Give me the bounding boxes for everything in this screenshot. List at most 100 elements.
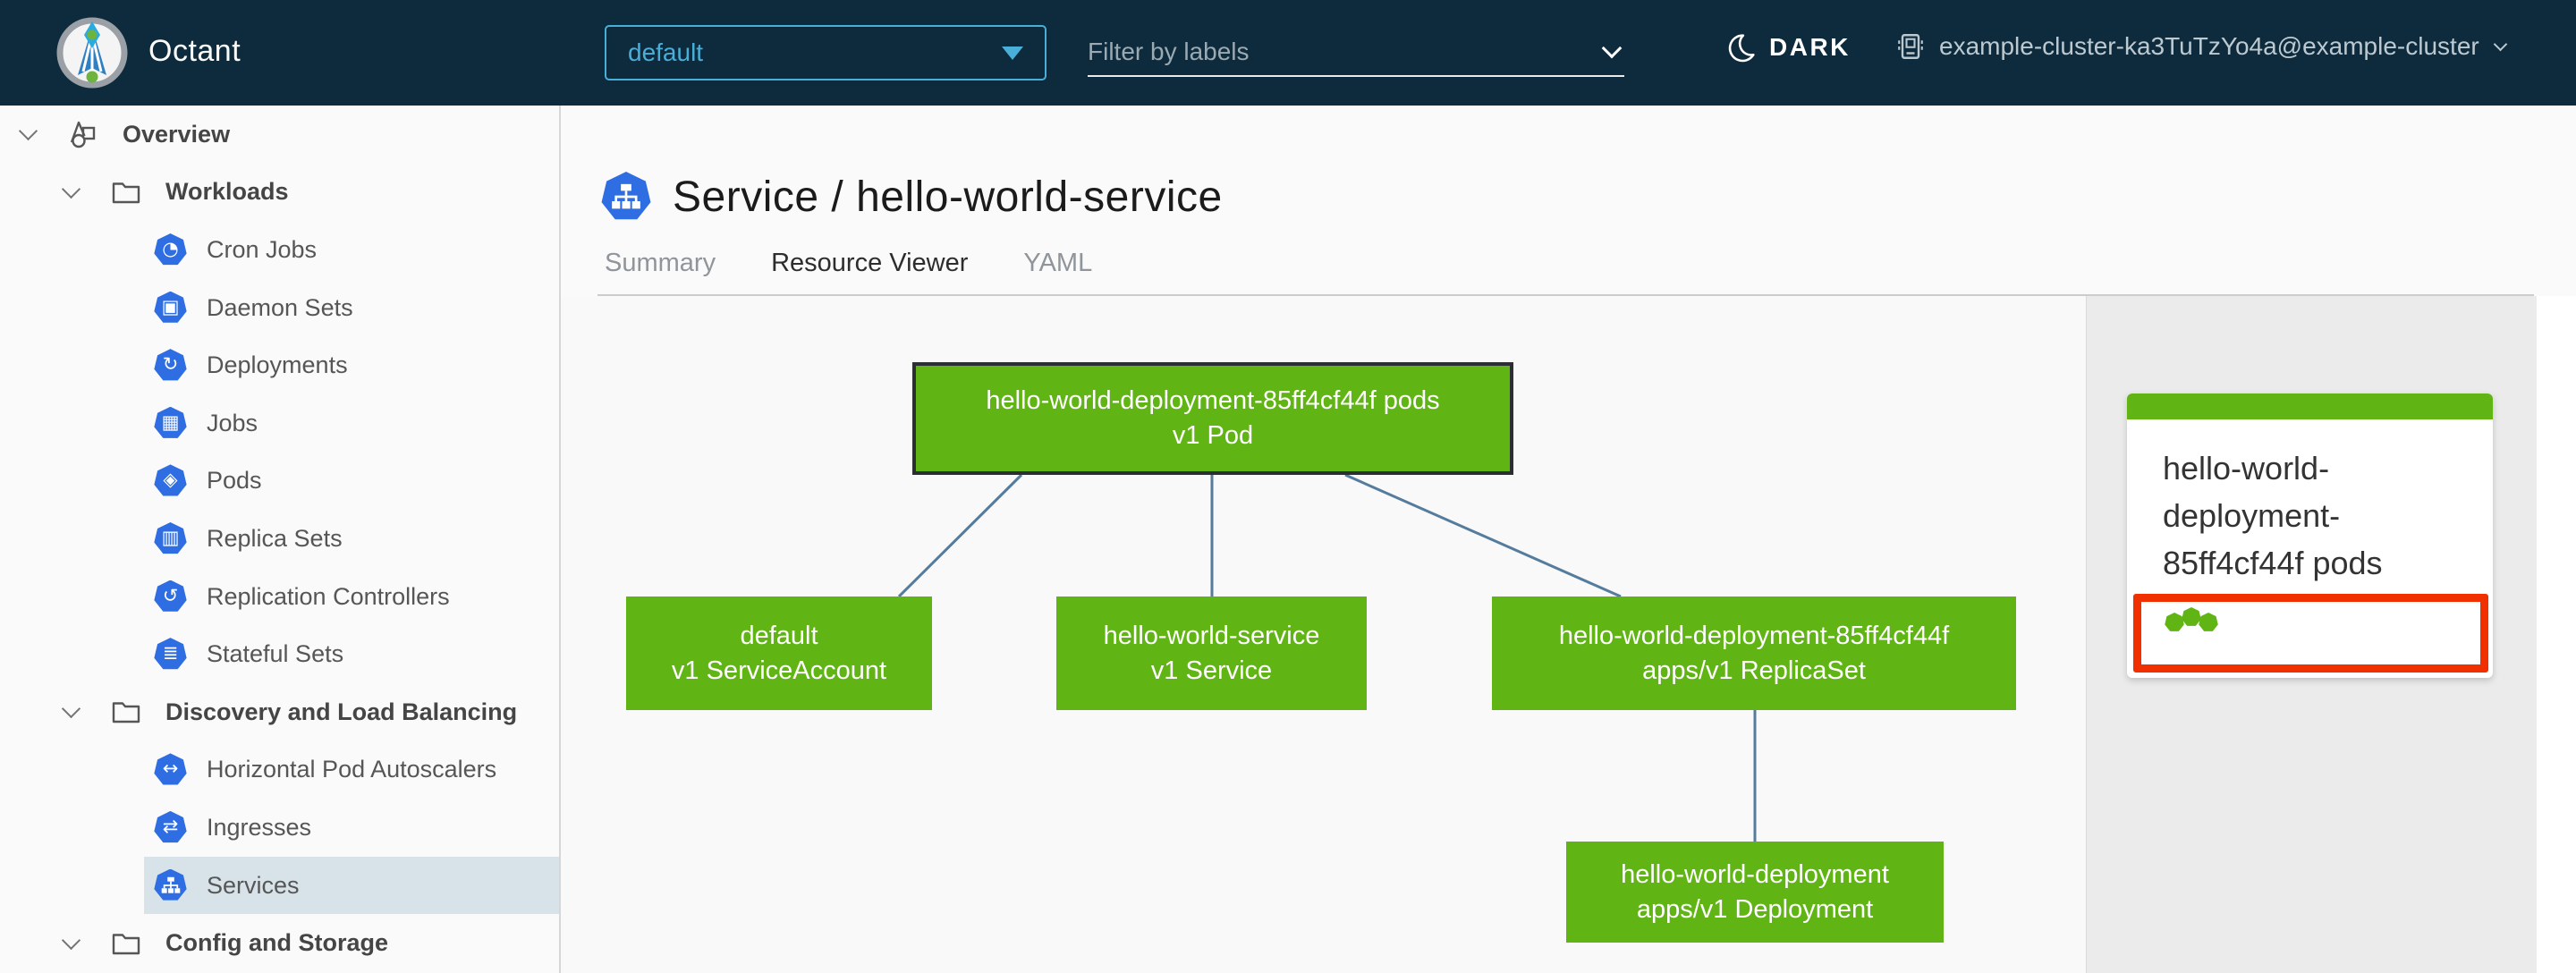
sidebar-item-label: Workloads (165, 178, 289, 206)
sidebar-item-label: Stateful Sets (207, 640, 344, 668)
cluster-selector[interactable]: example-cluster-ka3TuTzYo4a@example-clus… (1894, 30, 2507, 63)
moon-icon (1728, 34, 1755, 63)
card-status-bar (2127, 393, 2493, 419)
pod-status-dot (2182, 607, 2201, 626)
dark-theme-toggle[interactable]: DARK (1726, 32, 1851, 63)
chevron-down-icon (2493, 37, 2507, 51)
daemonsets-glyph: ▣ (161, 295, 180, 317)
chevron-down-icon[interactable] (61, 179, 81, 199)
sidebar-item-horizontal-pod-autoscalers[interactable]: ↔ Horizontal Pod Autoscalers (0, 741, 559, 800)
services-icon (154, 868, 187, 901)
label-filter[interactable] (1088, 29, 1624, 77)
sidebar-item-overview[interactable]: Overview (0, 106, 559, 164)
graph-node-pod[interactable]: hello-world-deployment-85ff4cf44f pods v… (912, 362, 1513, 475)
sidebar-item-config-and-storage[interactable]: Config and Storage (0, 914, 559, 972)
label-filter-input[interactable] (1088, 38, 1605, 66)
folder-icon (112, 182, 140, 204)
cronjobs-icon: ◔ (154, 233, 187, 266)
pods-glyph: ◈ (163, 469, 178, 491)
sidebar-item-label: Replication Controllers (207, 582, 450, 610)
pod-summary-card[interactable]: hello-world-deployment-85ff4cf44f pods (2127, 393, 2493, 678)
pod-status-dots (2165, 607, 2480, 632)
node-name: hello-world-service (1103, 621, 1320, 650)
sidebar-item-cron-jobs[interactable]: ◔ Cron Jobs (0, 221, 559, 279)
node-kind: apps/v1 ReplicaSet (1642, 656, 1866, 685)
deployments-icon: ↻ (154, 349, 187, 381)
deployments-glyph: ↻ (162, 353, 179, 376)
node-name: hello-world-deployment (1621, 859, 1889, 889)
node-kind: apps/v1 Deployment (1636, 894, 1874, 924)
hpa-icon: ↔ (154, 753, 187, 785)
sidebar-item-workloads[interactable]: Workloads (0, 164, 559, 222)
replicasets-glyph: ▥ (161, 526, 180, 548)
daemonsets-icon: ▣ (154, 291, 187, 323)
statefulsets-glyph: ≣ (162, 642, 179, 664)
graph-node-deployment[interactable]: hello-world-deployment apps/v1 Deploymen… (1566, 842, 1944, 943)
sidebar-item-stateful-sets[interactable]: ≣ Stateful Sets (0, 625, 559, 683)
card-title: hello-world-deployment-85ff4cf44f pods (2163, 450, 2383, 581)
sidebar-item-deployments[interactable]: ↻ Deployments (0, 336, 559, 394)
theme-toggle-label: DARK (1769, 33, 1851, 61)
main-content: Service / hello-world-service Summary Re… (561, 106, 2576, 973)
page-title: Service / hello-world-service (673, 173, 1223, 221)
chevron-down-icon[interactable] (18, 122, 38, 141)
navigation-sidebar: Overview Workloads ◔ Cron Jobs ▣ Daemon … (0, 106, 561, 973)
node-kind: v1 Pod (1172, 421, 1254, 450)
sidebar-item-label: Pods (207, 467, 262, 495)
jobs-icon: ▦ (154, 406, 187, 438)
sidebar-item-label: Discovery and Load Balancing (165, 698, 518, 725)
statefulsets-icon: ≣ (154, 638, 187, 670)
chevron-down-icon[interactable] (61, 930, 81, 950)
node-kind: v1 Service (1150, 656, 1273, 685)
objects-icon (70, 122, 96, 148)
replicationcontrollers-glyph: ↺ (162, 584, 179, 606)
sidebar-item-label: Deployments (207, 351, 348, 379)
jobs-glyph: ▦ (161, 410, 180, 433)
namespace-select[interactable]: default (605, 25, 1046, 80)
sidebar-item-replication-controllers[interactable]: ↺ Replication Controllers (0, 568, 559, 626)
pod-status-dot (2199, 613, 2218, 631)
node-name: hello-world-deployment-85ff4cf44f (1558, 621, 1950, 650)
ingresses-icon: ⇄ (154, 810, 187, 843)
sidebar-item-label: Ingresses (207, 813, 312, 841)
page-header: Service / hello-world-service (601, 172, 1223, 222)
folder-icon (112, 702, 140, 723)
pod-status-highlight-box (2133, 594, 2488, 673)
sidebar-item-label: Overview (123, 120, 231, 148)
node-name: hello-world-deployment-85ff4cf44f pods (986, 386, 1440, 415)
sidebar-item-label: Horizontal Pod Autoscalers (207, 756, 497, 783)
octant-logo-icon (56, 17, 128, 89)
folder-icon (112, 933, 140, 954)
app-header: Octant default DARK example-cluster-ka3T… (0, 0, 2576, 106)
chevron-down-icon (1601, 38, 1623, 59)
cronjobs-glyph: ◔ (162, 237, 179, 259)
sidebar-item-discovery-and-load-balancing[interactable]: Discovery and Load Balancing (0, 683, 559, 741)
service-icon (601, 172, 651, 220)
node-kind: v1 ServiceAccount (671, 656, 887, 685)
sidebar-item-label: Services (207, 871, 300, 899)
node-name: default (740, 621, 818, 650)
sidebar-item-daemon-sets[interactable]: ▣ Daemon Sets (0, 279, 559, 337)
graph-node-serviceaccount[interactable]: default v1 ServiceAccount (626, 596, 932, 710)
app-title: Octant (148, 34, 242, 68)
sidebar-item-services[interactable]: Services (0, 856, 559, 915)
sidebar-item-ingresses[interactable]: ⇄ Ingresses (0, 799, 559, 857)
chevron-down-icon[interactable] (61, 699, 81, 719)
graph-node-replicaset[interactable]: hello-world-deployment-85ff4cf44f apps/v… (1492, 596, 2016, 710)
sidebar-item-label: Replica Sets (207, 524, 343, 552)
hpa-glyph: ↔ (162, 757, 179, 780)
sidebar-item-label: Cron Jobs (207, 235, 318, 263)
sidebar-item-label: Jobs (207, 409, 258, 436)
pod-status-dot (2165, 613, 2184, 631)
sidebar-item-label: Daemon Sets (207, 293, 353, 321)
sidebar-item-label: Config and Storage (165, 929, 388, 957)
right-gutter (2537, 296, 2576, 973)
cluster-context-label: example-cluster-ka3TuTzYo4a@example-clus… (1939, 32, 2479, 60)
sidebar-item-replica-sets[interactable]: ▥ Replica Sets (0, 510, 559, 568)
sidebar-item-jobs[interactable]: ▦ Jobs (0, 394, 559, 453)
sidebar-item-pods[interactable]: ◈ Pods (0, 453, 559, 511)
graph-node-service[interactable]: hello-world-service v1 Service (1056, 596, 1367, 710)
namespace-value: default (628, 38, 704, 66)
replicationcontrollers-icon: ↺ (154, 580, 187, 612)
cluster-host-icon (1898, 34, 1923, 59)
